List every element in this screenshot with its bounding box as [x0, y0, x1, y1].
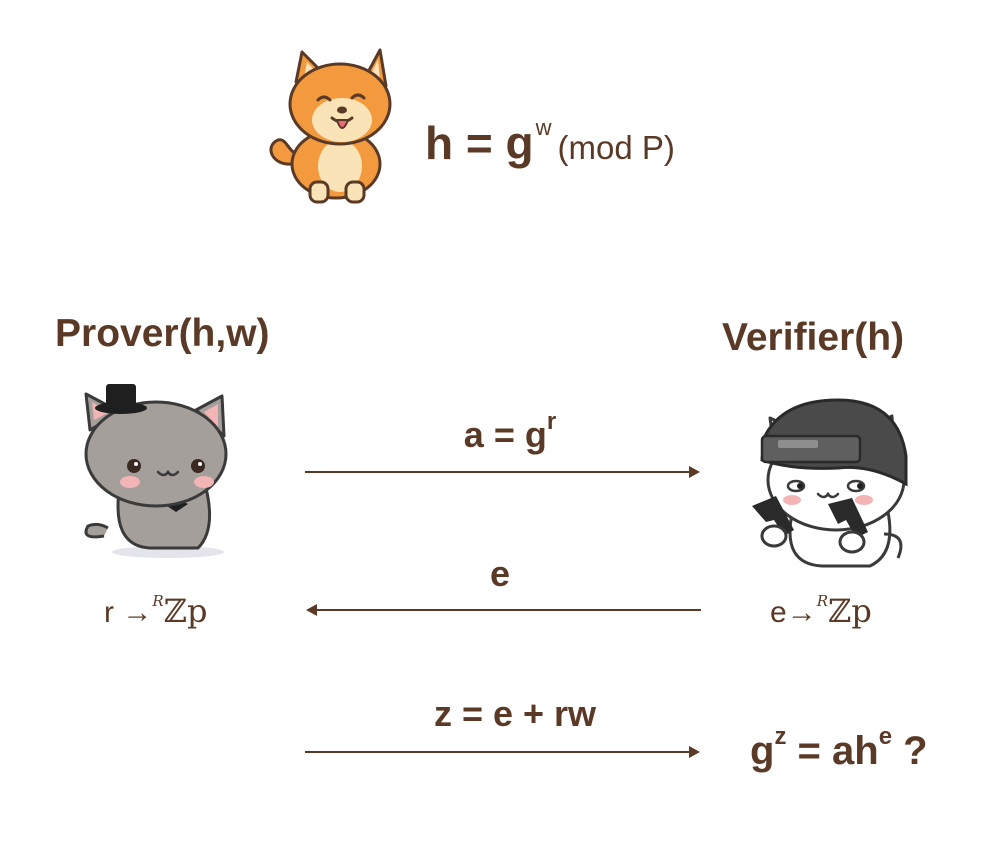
- verifier-title: Verifier(h): [722, 316, 905, 359]
- arrow-right-icon: [305, 746, 700, 758]
- challenge-label: e: [489, 553, 511, 594]
- verification-check: gz = ahe ?: [750, 723, 928, 773]
- public-equation: h = gw(mod P): [425, 115, 675, 169]
- prover-title: Prover(h,w): [55, 312, 270, 355]
- cat-top-hat-icon: [84, 384, 228, 558]
- shiba-dog-icon: [269, 48, 392, 204]
- commitment-label: a = gr: [463, 408, 557, 455]
- arrow-right-icon: [305, 466, 700, 478]
- verifier-random-sample: e→Rℤp: [770, 592, 872, 630]
- cat-helmet-pistols-icon: [752, 398, 908, 568]
- prover-random-sample: r →Rℤp: [104, 592, 208, 630]
- arrow-left-icon: [306, 604, 701, 616]
- response-label: z = e + rw: [433, 693, 597, 734]
- zero-knowledge-protocol-diagram: h = gw(mod P) Prover(h,w) Verifier(h) a …: [0, 0, 991, 854]
